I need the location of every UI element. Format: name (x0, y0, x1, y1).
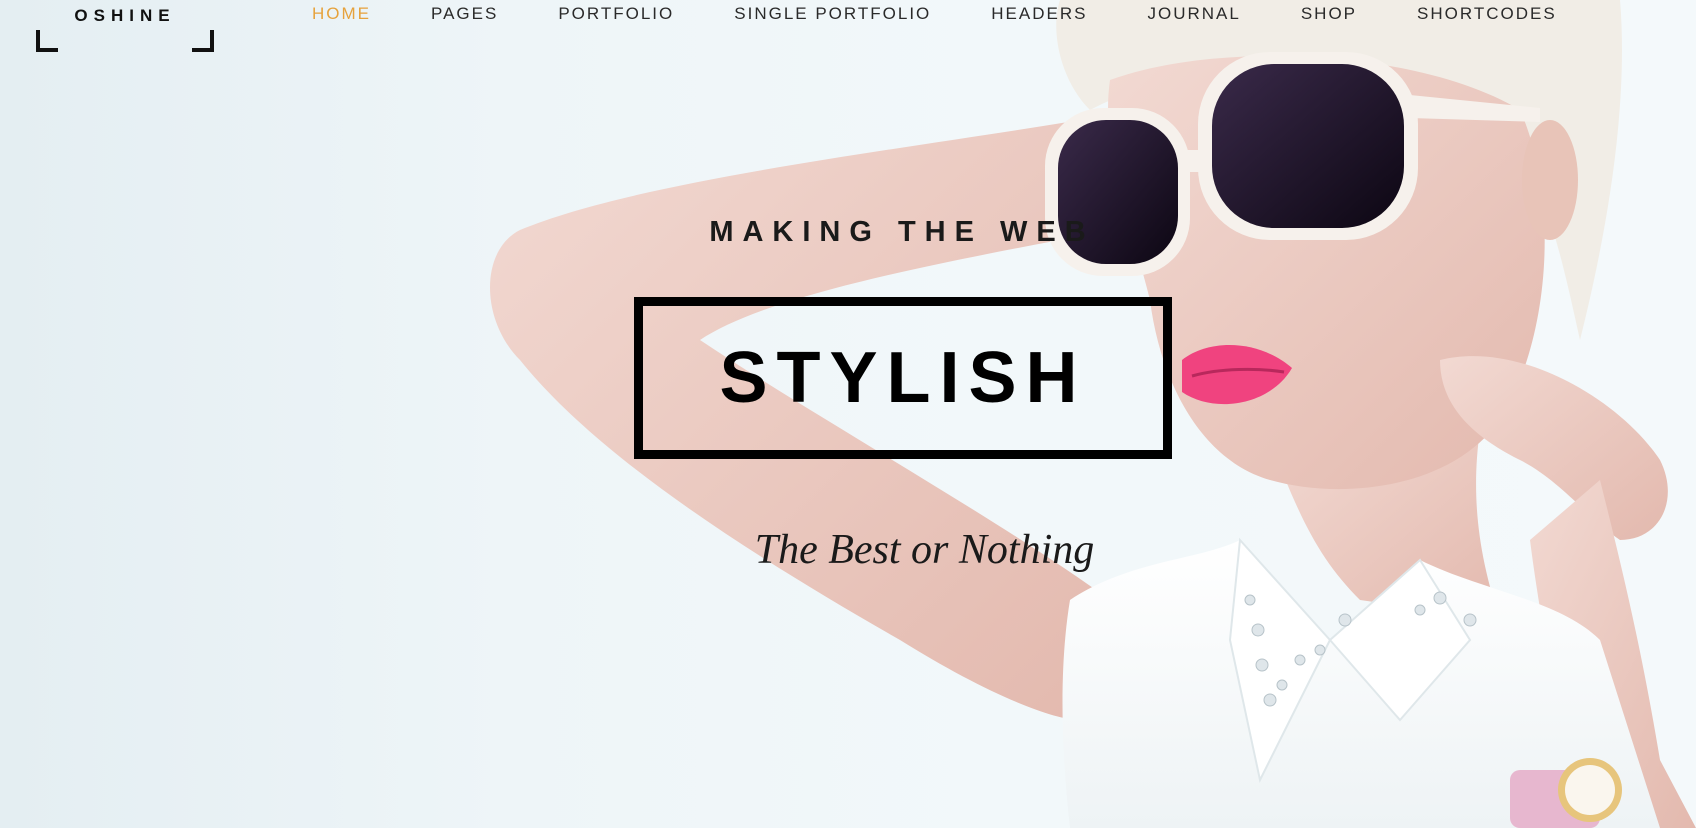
logo-corner-bottom-left (36, 30, 58, 52)
nav-item-portfolio[interactable]: PORTFOLIO (558, 4, 674, 24)
hero-title: STYLISH (719, 338, 1087, 418)
nav-item-single-portfolio[interactable]: SINGLE PORTFOLIO (734, 4, 931, 24)
nav-item-home[interactable]: HOME (312, 4, 371, 24)
nav-item-journal[interactable]: JOURNAL (1147, 4, 1240, 24)
nav-item-shortcodes[interactable]: SHORTCODES (1417, 4, 1557, 24)
hero-title-box: STYLISH (634, 297, 1172, 459)
logo-text: OSHINE (74, 6, 176, 25)
hero-kicker: MAKING THE WEB (709, 216, 1095, 248)
logo-corner-bottom-right (192, 30, 214, 52)
main-navigation: HOME PAGES PORTFOLIO SINGLE PORTFOLIO HE… (312, 0, 1617, 28)
landing-page: OSHINE HOME PAGES PORTFOLIO SINGLE PORTF… (0, 0, 1696, 828)
hero-tagline: The Best or Nothing (754, 527, 1095, 573)
site-logo[interactable]: OSHINE (36, 0, 214, 52)
nav-item-pages[interactable]: PAGES (431, 4, 498, 24)
nav-item-headers[interactable]: HEADERS (991, 4, 1087, 24)
nav-item-shop[interactable]: SHOP (1301, 4, 1357, 24)
